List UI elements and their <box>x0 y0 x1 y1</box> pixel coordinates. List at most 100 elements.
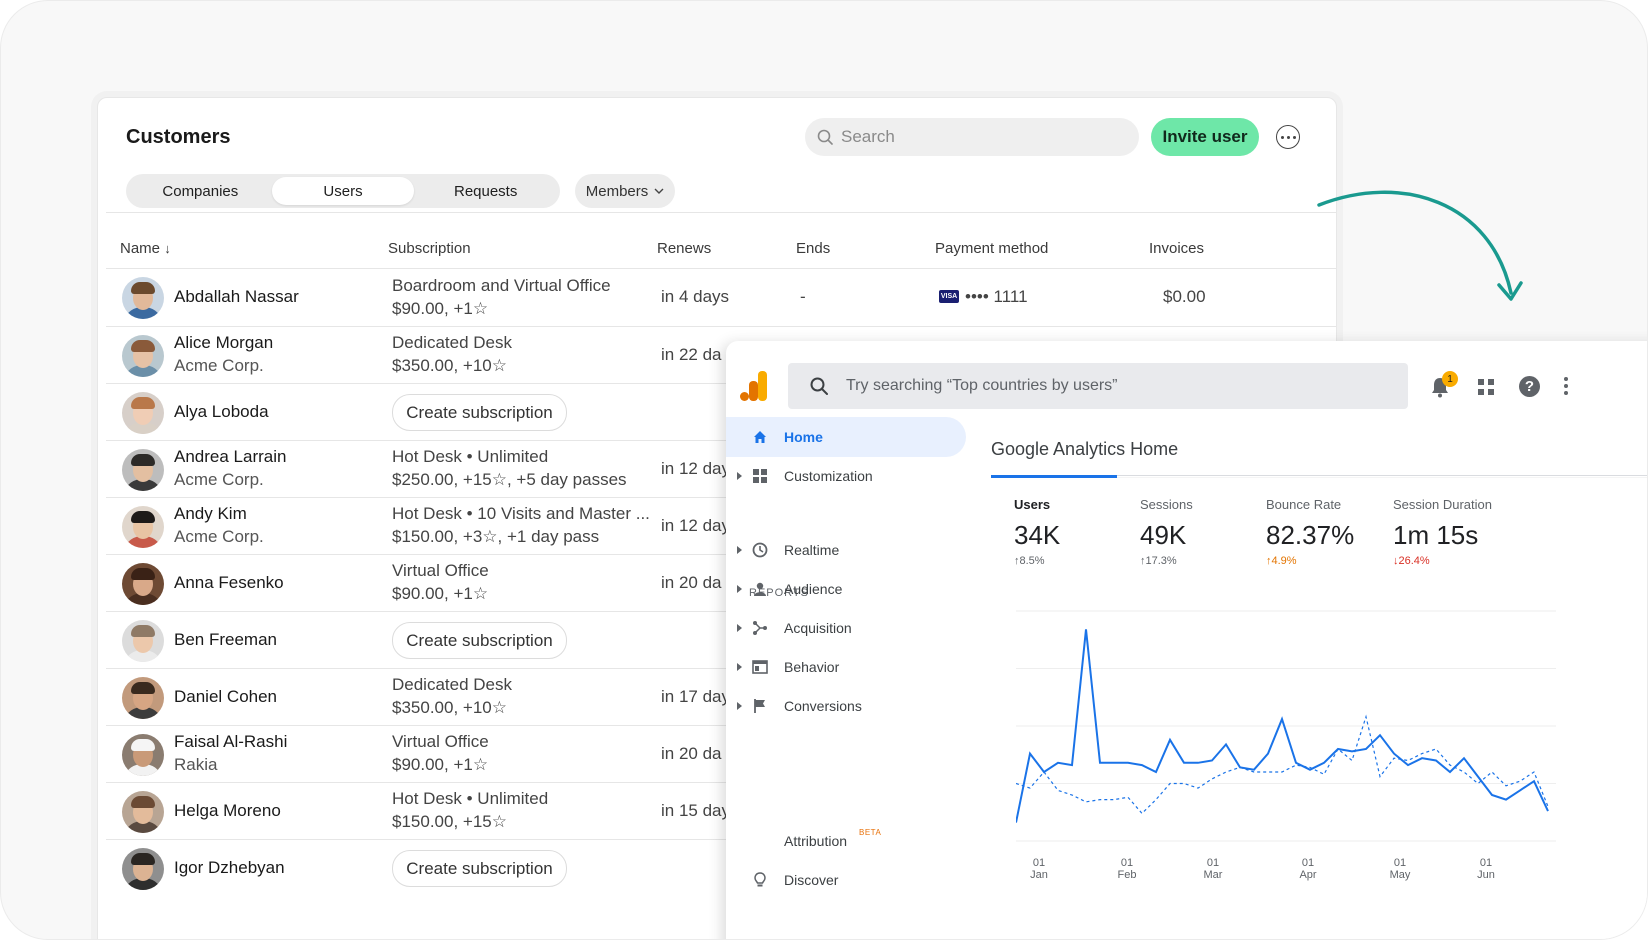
metric-value: 82.37% <box>1266 520 1355 550</box>
nav-attribution[interactable]: Attribution BETA <box>726 822 966 860</box>
customer-company: Acme Corp. <box>174 527 264 546</box>
create-subscription-button[interactable]: Create subscription <box>392 394 567 431</box>
nav-customization[interactable]: Customization <box>726 457 966 495</box>
customer-name[interactable]: Ben Freeman <box>174 630 277 650</box>
curved-arrow-icon <box>1317 190 1523 301</box>
ends-value: - <box>800 287 806 306</box>
customer-company: Acme Corp. <box>174 470 264 489</box>
metric-delta: ↑8.5% <box>1014 555 1045 567</box>
invite-user-button[interactable]: Invite user <box>1151 118 1259 156</box>
column-header-subscription[interactable]: Subscription <box>388 240 471 257</box>
expand-arrow-icon <box>737 472 742 480</box>
subscription-plan: Dedicated Desk <box>392 333 513 352</box>
avatar <box>122 677 164 719</box>
analytics-search-input[interactable]: Try searching “Top countries by users” <box>788 363 1408 409</box>
customer-name[interactable]: Andrea Larrain <box>174 447 286 467</box>
customer-name[interactable]: Alya Loboda <box>174 402 269 422</box>
subscription-plan: Virtual Office <box>392 732 489 751</box>
metric-sessions[interactable]: Sessions 49K ↑17.3% <box>1140 497 1193 567</box>
column-header-name[interactable]: Name ↓ <box>120 240 171 257</box>
nav-behavior[interactable]: Behavior <box>726 648 966 686</box>
search-placeholder: Search <box>841 127 895 146</box>
avatar <box>122 620 164 662</box>
subscription-price: $150.00, +15☆ <box>392 812 507 831</box>
table-row[interactable]: Abdallah Nassar Boardroom and Virtual Of… <box>106 269 1336 326</box>
sort-arrow-icon: ↓ <box>164 241 171 256</box>
create-subscription-button[interactable]: Create subscription <box>392 850 567 887</box>
flag-icon <box>752 698 768 714</box>
expand-arrow-icon <box>737 663 742 671</box>
analytics-search-placeholder: Try searching “Top countries by users” <box>846 377 1118 394</box>
acquisition-icon <box>752 620 768 636</box>
metric-value: 34K <box>1014 520 1061 550</box>
metric-label: Users <box>1014 497 1051 512</box>
nav-acquisition[interactable]: Acquisition <box>726 609 966 647</box>
renews-value: in 20 da <box>661 573 722 592</box>
analytics-sidebar: Home Customization REPORTS Realtime Audi… <box>726 417 971 939</box>
analytics-logo-icon <box>740 371 767 401</box>
avatar <box>122 734 164 776</box>
column-header-renews[interactable]: Renews <box>657 240 711 257</box>
nav-audience[interactable]: Audience <box>726 570 966 608</box>
avatar <box>122 392 164 434</box>
customer-company: Acme Corp. <box>174 356 264 375</box>
renews-value: in 20 da <box>661 744 722 763</box>
notification-badge: 1 <box>1442 371 1458 387</box>
x-tick-label: 01 Feb <box>1117 857 1137 881</box>
visa-card-icon: VISA <box>939 290 959 303</box>
subscription-plan: Hot Desk • Unlimited <box>392 789 549 808</box>
column-header-ends[interactable]: Ends <box>796 240 830 257</box>
segment-tabs: Companies Users Requests <box>126 174 560 208</box>
avatar <box>122 335 164 377</box>
customer-name[interactable]: Alice Morgan <box>174 333 273 353</box>
customer-name[interactable]: Daniel Cohen <box>174 687 277 707</box>
customer-name[interactable]: Igor Dzhebyan <box>174 858 285 878</box>
x-tick-label: 01 Mar <box>1203 857 1223 881</box>
tab-companies[interactable]: Companies <box>129 177 272 205</box>
apps-grid-icon[interactable] <box>1478 379 1494 395</box>
customer-name[interactable]: Faisal Al-Rashi <box>174 732 287 752</box>
more-options-icon[interactable] <box>1276 125 1300 149</box>
divider <box>106 212 1336 213</box>
metric-bounce-rate[interactable]: Bounce Rate 82.37% ↑4.9% <box>1266 497 1354 567</box>
metric-value: 1m 15s <box>1393 520 1479 550</box>
create-subscription-button[interactable]: Create subscription <box>392 622 567 659</box>
metric-delta: ↓26.4% <box>1393 555 1430 567</box>
metric-delta: ↑4.9% <box>1266 555 1297 567</box>
tab-requests[interactable]: Requests <box>414 177 557 205</box>
avatar <box>122 791 164 833</box>
metric-value: 49K <box>1140 520 1187 550</box>
analytics-page-title: Google Analytics Home <box>991 439 1179 459</box>
subscription-price: $150.00, +3☆, +1 day pass <box>392 527 600 546</box>
customer-name[interactable]: Abdallah Nassar <box>174 287 299 307</box>
avatar <box>122 449 164 491</box>
nav-realtime[interactable]: Realtime <box>726 531 966 569</box>
subscription-price: $90.00, +1☆ <box>392 584 489 603</box>
nav-discover[interactable]: Discover <box>726 861 966 899</box>
renews-value: in 15 day <box>661 801 730 820</box>
more-vert-icon[interactable] <box>1564 377 1568 395</box>
customer-name[interactable]: Andy Kim <box>174 504 247 524</box>
metric-label: Sessions <box>1140 497 1193 512</box>
analytics-panel: Try searching “Top countries by users” 1… <box>726 341 1647 939</box>
customer-name[interactable]: Helga Moreno <box>174 801 281 821</box>
column-header-invoices[interactable]: Invoices <box>1149 240 1204 257</box>
subscription-price: $250.00, +15☆, +5 day passes <box>392 470 627 489</box>
tab-users[interactable]: Users <box>271 177 415 205</box>
metric-users[interactable]: Users 34K ↑8.5% <box>1014 497 1060 567</box>
members-dropdown[interactable]: Members <box>575 174 675 208</box>
customer-name[interactable]: Anna Fesenko <box>174 573 284 593</box>
renews-value: in 12 day <box>661 459 730 478</box>
members-label: Members <box>585 182 649 200</box>
expand-arrow-icon <box>737 624 742 632</box>
nav-home[interactable]: Home <box>726 418 966 456</box>
avatar <box>122 277 164 319</box>
metric-session-duration[interactable]: Session Duration 1m 15s ↓26.4% <box>1393 497 1492 567</box>
x-tick-label: 01 May <box>1389 857 1411 881</box>
help-icon[interactable]: ? <box>1519 376 1540 397</box>
expand-arrow-icon <box>737 702 742 710</box>
page-title: Customers <box>126 126 231 148</box>
nav-conversions[interactable]: Conversions <box>726 687 966 725</box>
search-input[interactable]: Search <box>805 118 1139 156</box>
column-header-payment[interactable]: Payment method <box>935 240 1048 257</box>
